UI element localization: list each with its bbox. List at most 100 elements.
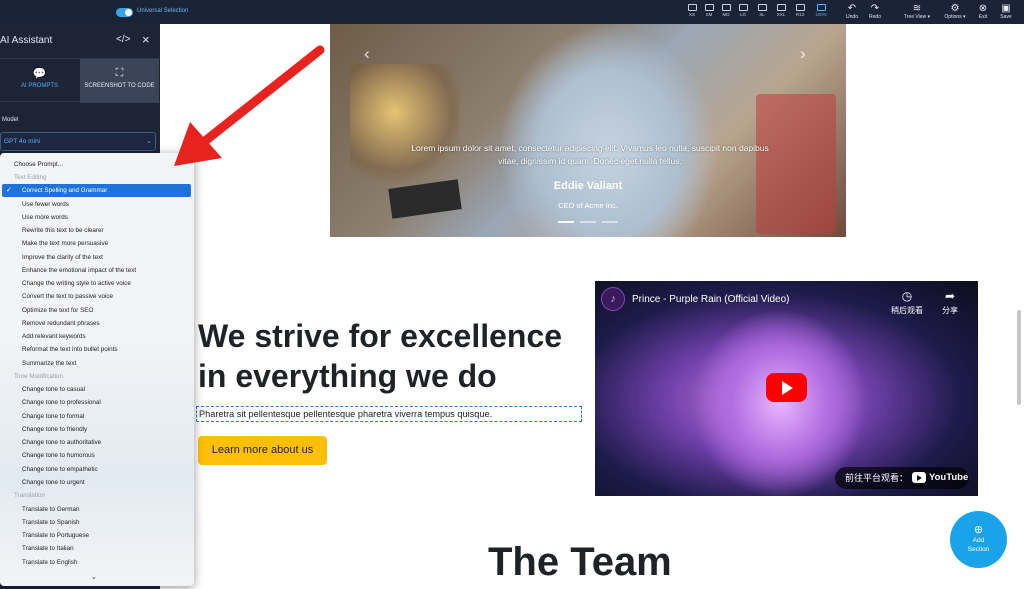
watch-later-button[interactable]: ◷ 稍后观看 [889, 289, 925, 316]
model-label: Model [2, 117, 19, 123]
arrow-shaft [195, 45, 325, 150]
prompt-option[interactable]: Translate to English [22, 556, 77, 569]
add-section-button[interactable]: ⊕ Add Section [950, 511, 1007, 568]
youtube-icon [912, 472, 926, 483]
page-scrollbar[interactable] [1017, 310, 1021, 405]
share-icon: ➦ [944, 289, 956, 303]
prompt-option[interactable]: Translate to Spanish [22, 516, 80, 529]
group-label-text-editing: Text Editing [14, 174, 47, 181]
prompt-option[interactable]: Translate to Italian [22, 542, 74, 555]
device-sm-button[interactable]: SM [700, 4, 718, 17]
prompt-option[interactable]: Change tone to authoritative [22, 436, 101, 449]
exit-button[interactable]: ⊗ Exit [975, 3, 991, 20]
prompt-option[interactable]: Translate to German [22, 503, 80, 516]
chevron-down-icon[interactable]: ⌄ [91, 573, 97, 581]
prompt-option[interactable]: Translate to Portuguese [22, 529, 89, 542]
learn-more-button[interactable]: Learn more about us [198, 436, 327, 465]
prompt-option-placeholder[interactable]: Choose Prompt... [14, 158, 63, 171]
prompt-option[interactable]: Remove redundant phrases [22, 317, 100, 330]
group-label-translation: Translation [14, 492, 45, 499]
redo-button[interactable]: ↷ Redo [866, 3, 884, 20]
prompt-option[interactable]: Summarize the text [22, 357, 76, 370]
device-xxl-button[interactable]: XXL [772, 4, 790, 17]
prompt-option[interactable]: Change tone to humorous [22, 449, 95, 462]
prompt-option-selected[interactable]: ✓ Correct Spelling and Grammar [2, 184, 191, 197]
carousel-next-icon[interactable]: › [800, 44, 806, 64]
chevron-down-icon: ⌄ [146, 138, 152, 145]
save-icon: ▣ [1001, 3, 1011, 14]
red-arrow-annotation [174, 45, 325, 166]
prompt-option[interactable]: Change tone to empathetic [22, 463, 98, 476]
watch-on-youtube-button[interactable]: 前往平台观看： YouTube [835, 467, 969, 489]
prompt-dropdown: Choose Prompt... Text Editing ✓ Correct S… [0, 153, 194, 586]
carousel-prev-icon[interactable]: ‹ [364, 44, 370, 64]
prompt-option[interactable]: Change tone to urgent [22, 476, 85, 489]
prompt-option[interactable]: Reformat the text into bullet points [22, 343, 118, 356]
prompt-option[interactable]: Enhance the emotional impact of the text [22, 264, 136, 277]
plus-circle-icon: ⊕ [973, 524, 984, 536]
undo-icon: ↶ [847, 3, 857, 14]
video-embed[interactable]: ♪ Prince - Purple Rain (Official Video) … [595, 281, 978, 496]
prompt-option[interactable]: Change tone to professional [22, 396, 101, 409]
device-xl-button[interactable]: XL [753, 4, 771, 17]
code-icon[interactable]: </> [116, 34, 130, 45]
tablet-icon [721, 4, 731, 11]
universal-selection-toggle[interactable] [116, 8, 133, 17]
chat-icon: 💬 [32, 68, 47, 80]
testimonial-role: CEO of Acme Inc. [558, 201, 618, 210]
testimonial-carousel: ‹ › Lorem ipsum dolor sit amet, consecte… [330, 24, 846, 237]
redo-icon: ↷ [870, 3, 880, 14]
close-circle-icon: ⊗ [978, 3, 988, 14]
tablet-icon [738, 4, 748, 11]
carousel-indicator[interactable] [558, 221, 574, 223]
prompt-option[interactable]: Change the writing style to active voice [22, 277, 131, 290]
tab-ai-prompts[interactable]: 💬 AI PROMPTS [0, 59, 79, 103]
monitor-icon [816, 4, 826, 11]
carousel-indicator[interactable] [602, 221, 618, 223]
section-headline: We strive for excellence in everything w… [198, 318, 563, 394]
prompt-option[interactable]: Rewrite this text to be clearer [22, 224, 104, 237]
share-button[interactable]: ➦ 分享 [935, 289, 965, 316]
prompt-option[interactable]: Change tone to formal [22, 410, 84, 423]
prompt-option[interactable]: Make the text more persuasive [22, 237, 108, 250]
prompt-option[interactable]: Change tone to casual [22, 383, 85, 396]
prompt-option[interactable]: Add relevant keywords [22, 330, 86, 343]
section-lead-text[interactable]: Pharetra sit pellentesque pellentesque p… [196, 406, 582, 422]
team-heading: The Team [488, 540, 672, 584]
monitor-icon [776, 4, 786, 11]
prompt-option[interactable]: Convert the text to passive voice [22, 290, 113, 303]
prompt-option[interactable]: Use more words [22, 211, 68, 224]
prompt-option[interactable]: Change tone to friendly [22, 423, 87, 436]
sidebar-tabs: 💬 AI PROMPTS ⛶ SCREENSHOT TO CODE [0, 58, 160, 103]
testimonial-quote: Lorem ipsum dolor sit amet, consectetur … [411, 143, 769, 166]
play-button[interactable] [766, 373, 807, 402]
laptop-icon [795, 4, 805, 11]
prompt-option[interactable]: Use fewer words [22, 198, 69, 211]
device-full-button[interactable]: 100% [812, 4, 830, 17]
clock-icon: ◷ [901, 289, 913, 303]
close-icon[interactable]: × [142, 32, 150, 47]
sidebar-title: AI Assistant [0, 35, 53, 46]
video-title[interactable]: Prince - Purple Rain (Official Video) [632, 294, 789, 305]
gear-icon: ⚙ [950, 3, 960, 14]
testimonial-name: Eddie Valiant [553, 180, 623, 192]
tree-view-button[interactable]: ≋ Tree View ▾ [898, 3, 936, 20]
device-md-button[interactable]: MD [717, 4, 735, 17]
phone-icon [704, 4, 714, 11]
carousel-indicator[interactable] [580, 221, 596, 223]
device-xs-button[interactable]: XS [683, 4, 701, 17]
device-lg-button[interactable]: LG [734, 4, 752, 17]
save-button[interactable]: ▣ Save [997, 3, 1015, 20]
phone-icon [687, 4, 697, 11]
prompt-option[interactable]: Improve the clarity of the text [22, 251, 103, 264]
channel-avatar[interactable]: ♪ [601, 287, 625, 311]
group-label-tone: Tone Modification [14, 373, 64, 380]
model-select[interactable]: GPT 4o mini ⌄ [0, 132, 156, 151]
tab-screenshot-to-code[interactable]: ⛶ SCREENSHOT TO CODE [80, 59, 159, 103]
top-toolbar: Universal Selection XS SM MD LG XL XXL R… [0, 0, 1024, 24]
undo-button[interactable]: ↶ Undo [843, 3, 861, 20]
options-button[interactable]: ⚙ Options ▾ [940, 3, 970, 20]
prompt-option[interactable]: Optimize the text for SEO [22, 304, 93, 317]
universal-selection-label: Universal Selection [137, 8, 189, 14]
device-r13-button[interactable]: R13 [791, 4, 809, 17]
